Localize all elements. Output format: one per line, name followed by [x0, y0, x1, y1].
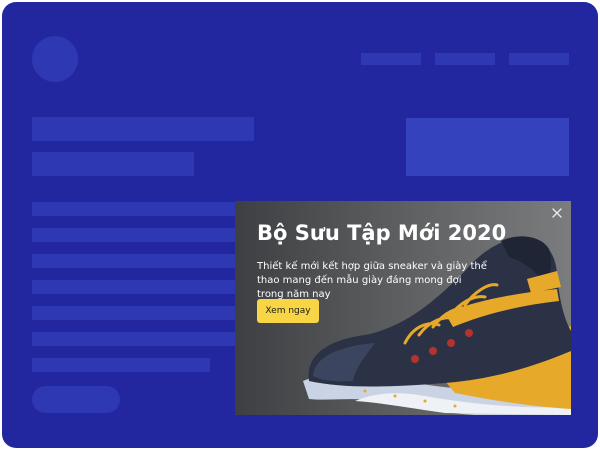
- text-line-placeholder: [32, 306, 242, 320]
- avatar-placeholder: [32, 36, 78, 82]
- promo-popup: Bộ Sưu Tập Mới 2020 Thiết kế mới kết hợp…: [235, 201, 571, 415]
- text-line-placeholder: [32, 358, 210, 372]
- button-placeholder: [32, 386, 120, 413]
- text-line-placeholder: [32, 202, 242, 216]
- popup-description: Thiết kế mới kết hợp giữa sneaker và già…: [257, 261, 487, 300]
- text-line-placeholder: [32, 332, 242, 346]
- page-background: Bộ Sưu Tập Mới 2020 Thiết kế mới kết hợp…: [2, 2, 598, 448]
- sneaker-image: [303, 236, 571, 415]
- nav-link-placeholder: [509, 53, 569, 65]
- view-now-button[interactable]: Xem ngay: [257, 299, 319, 323]
- nav-link-placeholder: [435, 53, 495, 65]
- text-line-placeholder: [32, 254, 242, 268]
- image-placeholder: [406, 118, 569, 176]
- close-icon[interactable]: [549, 205, 565, 221]
- nav-link-placeholder: [361, 53, 421, 65]
- headline-placeholder: [32, 117, 254, 141]
- subheadline-placeholder: [32, 152, 194, 176]
- text-line-placeholder: [32, 280, 242, 294]
- popup-title: Bộ Sưu Tập Mới 2020: [257, 221, 507, 245]
- text-line-placeholder: [32, 228, 242, 242]
